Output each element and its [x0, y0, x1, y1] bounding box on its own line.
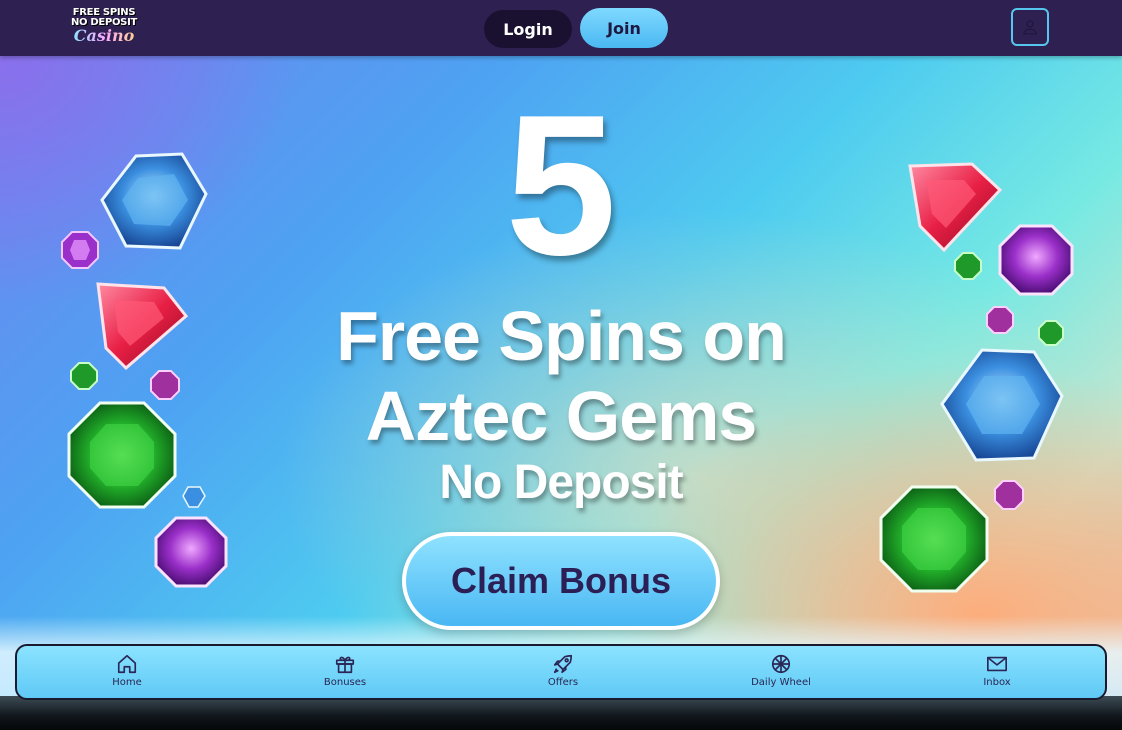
nav-item-home[interactable]: Home [67, 650, 187, 696]
rocket-icon [553, 654, 573, 674]
nav-label-bonuses: Bonuses [323, 677, 367, 688]
join-button[interactable]: Join [580, 8, 668, 48]
home-icon [117, 654, 137, 674]
nav-label-daily-wheel: Daily Wheel [751, 677, 811, 688]
hero-headline-line-2: Aztec Gems [365, 377, 758, 455]
nav-label-offers: Offers [547, 677, 579, 688]
bottom-nav: Home Bonuses Offers Daily Wheel Inbox [15, 644, 1107, 700]
mail-icon [987, 656, 1007, 672]
nav-item-bonuses[interactable]: Bonuses [285, 650, 405, 696]
purple-gem-icon [154, 516, 228, 588]
hero-spin-count: 5 [505, 74, 617, 297]
top-header: FREE SPINS NO DEPOSIT Casino Login Join [0, 0, 1122, 56]
claim-bonus-button[interactable]: Claim Bonus [402, 532, 720, 630]
site-logo[interactable]: FREE SPINS NO DEPOSIT Casino [68, 8, 140, 48]
logo-line-3: Casino [68, 28, 140, 44]
account-button[interactable] [1011, 8, 1049, 46]
nav-label-inbox: Inbox [983, 677, 1011, 688]
hero-bottom-shadow [0, 696, 1122, 730]
gift-icon [335, 656, 355, 674]
nav-item-daily-wheel[interactable]: Daily Wheel [721, 650, 841, 696]
hero-headline-line-3: No Deposit [439, 456, 683, 509]
nav-label-home: Home [112, 677, 142, 688]
hero-banner: 5 Free Spins on Aztec Gems No Deposit Cl… [0, 56, 1122, 730]
hero-headline-line-1: Free Spins on [336, 297, 787, 375]
user-icon [1023, 20, 1037, 35]
nav-item-offers[interactable]: Offers [503, 650, 623, 696]
wheel-icon [771, 654, 791, 674]
login-button[interactable]: Login [484, 10, 572, 48]
nav-item-inbox[interactable]: Inbox [937, 650, 1057, 696]
